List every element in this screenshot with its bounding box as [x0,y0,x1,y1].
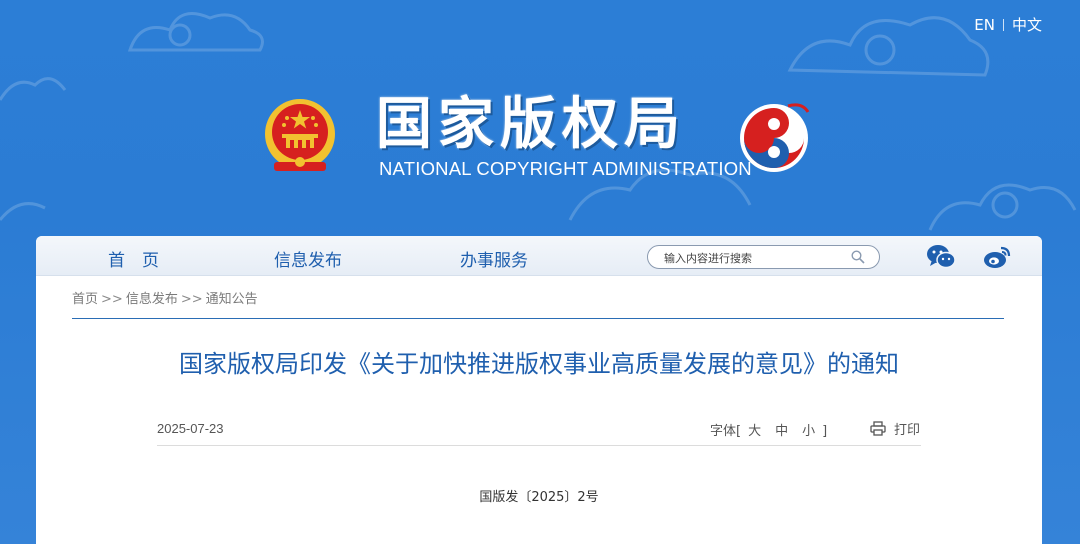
cloud-decoration [127,12,264,52]
font-size-controls: 字体[ 大中小] [710,420,827,439]
font-size-medium[interactable]: 中 [775,424,788,439]
wechat-icon[interactable] [926,244,956,270]
breadcrumb-divider [72,318,1004,319]
cloud-decoration [0,202,46,221]
font-size-bracket-close: ] [822,424,828,439]
lang-zh-link[interactable]: 中文 [1012,14,1042,35]
nav-home[interactable]: 首 页 [108,246,159,271]
breadcrumb-separator: >> [180,292,203,307]
copyright-logo-icon [740,103,810,172]
printer-icon [870,421,886,436]
cloud-decoration [0,77,67,101]
article-title: 国家版权局印发《关于加快推进版权事业高质量发展的意见》的通知 [179,350,899,378]
search-box [647,245,880,269]
font-size-bracket-open: [ [736,424,742,439]
search-icon[interactable] [851,250,865,264]
breadcrumb-separator: >> [101,292,123,307]
publish-date: 2025-07-23 [157,421,224,436]
breadcrumb-info-release[interactable]: 信息发布 [126,292,178,307]
lang-divider [1002,18,1004,31]
cloud-decoration [928,183,1077,231]
main-navigation: 首 页 信息发布 办事服务 [36,236,1042,276]
document-number: 国版发〔2025〕2号 [479,490,599,505]
site-title-english: NATIONAL COPYRIGHT ADMINISTRATION [379,158,752,179]
nav-services[interactable]: 办事服务 [460,246,528,271]
language-switcher: EN 中文 [974,14,1042,35]
site-title: 国家版权局 [376,92,686,157]
print-label: 打印 [894,423,921,438]
font-size-small[interactable]: 小 [802,424,815,439]
cloud-decoration [787,16,990,77]
print-button[interactable]: 打印 [870,419,920,438]
breadcrumb: 首页 >> 信息发布 >> 通知公告 [72,288,258,307]
search-input[interactable] [664,249,844,267]
weibo-icon[interactable] [982,244,1012,270]
breadcrumb-home[interactable]: 首页 [72,292,98,307]
lang-en-link[interactable]: EN [974,16,995,34]
font-size-large[interactable]: 大 [748,424,761,439]
breadcrumb-notices[interactable]: 通知公告 [206,292,258,307]
national-emblem-icon [265,99,335,171]
font-size-label: 字体 [710,424,737,439]
meta-divider [157,445,921,446]
content-panel: 首 页 信息发布 办事服务 首页>>信息发布>>通知 [36,236,1042,544]
nav-info-release[interactable]: 信息发布 [274,246,342,271]
